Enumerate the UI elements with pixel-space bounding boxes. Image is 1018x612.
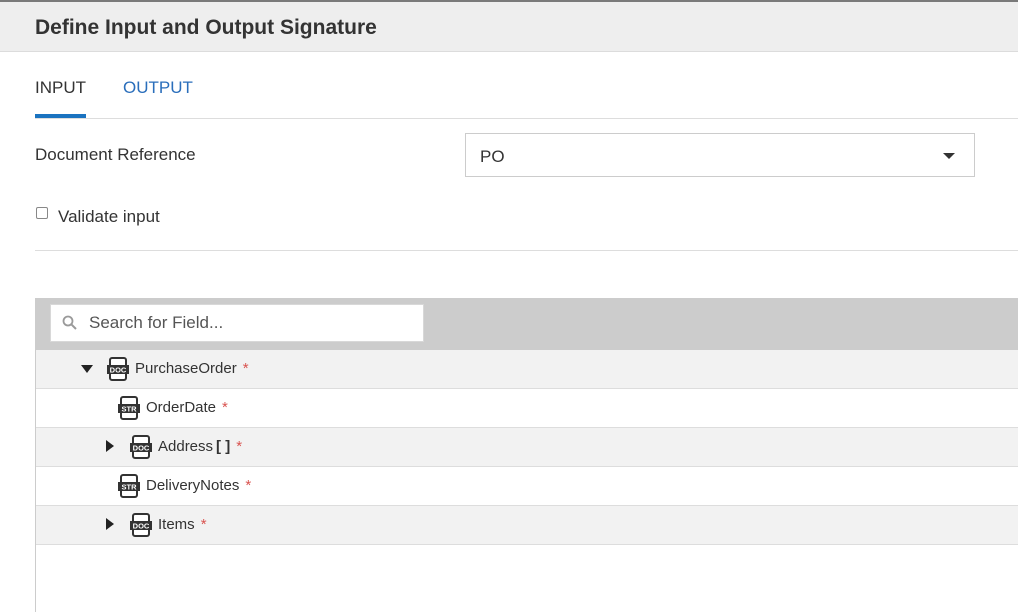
string-type-icon: STR bbox=[118, 396, 140, 420]
signature-dialog: Define Input and Output Signature INPUT … bbox=[0, 0, 1018, 612]
tab-input[interactable]: INPUT bbox=[35, 78, 86, 118]
tree-row[interactable]: STR OrderDate * bbox=[36, 389, 1018, 428]
document-reference-select[interactable]: PO bbox=[465, 133, 975, 177]
tree-row[interactable]: DOC Items * bbox=[36, 506, 1018, 545]
tree-node-label: Items * bbox=[158, 516, 207, 533]
validate-input-checkbox[interactable] bbox=[36, 207, 48, 219]
document-reference-value: PO bbox=[480, 147, 505, 166]
svg-text:STR: STR bbox=[122, 405, 138, 414]
node-name: Address bbox=[158, 438, 214, 455]
svg-text:DOC: DOC bbox=[110, 366, 127, 375]
document-type-icon: DOC bbox=[130, 435, 152, 459]
document-reference-label: Document Reference bbox=[35, 145, 196, 164]
expand-arrow-icon[interactable] bbox=[106, 518, 114, 530]
tree-node-label: PurchaseOrder * bbox=[135, 360, 249, 377]
dialog-header: Define Input and Output Signature bbox=[0, 0, 1018, 52]
node-name: DeliveryNotes bbox=[146, 477, 240, 494]
search-box bbox=[50, 304, 424, 342]
search-icon bbox=[62, 315, 77, 330]
tree-row[interactable]: STR DeliveryNotes * bbox=[36, 467, 1018, 506]
required-marker: * bbox=[242, 360, 249, 377]
expand-arrow-icon[interactable] bbox=[106, 440, 114, 452]
tree-node-label: Address[ ] * bbox=[158, 438, 242, 455]
expand-arrow-icon[interactable] bbox=[81, 365, 93, 373]
caret-down-icon bbox=[943, 153, 955, 159]
document-type-icon: DOC bbox=[107, 357, 129, 381]
search-input[interactable] bbox=[89, 305, 409, 341]
search-toolbar bbox=[36, 298, 1018, 350]
required-marker: * bbox=[236, 438, 243, 455]
node-name: Items bbox=[158, 516, 195, 533]
tree-row[interactable]: DOC PurchaseOrder * bbox=[36, 350, 1018, 389]
node-name: OrderDate bbox=[146, 399, 217, 416]
page-title: Define Input and Output Signature bbox=[35, 16, 377, 39]
svg-text:DOC: DOC bbox=[133, 522, 150, 531]
section-divider bbox=[35, 250, 1018, 251]
node-name: PurchaseOrder bbox=[135, 360, 237, 377]
tab-output[interactable]: OUTPUT bbox=[123, 78, 193, 112]
tree-node-label: OrderDate * bbox=[146, 399, 228, 416]
field-tree-panel: DOC PurchaseOrder * STR OrderDate * DOC Ad… bbox=[35, 298, 1018, 612]
required-marker: * bbox=[245, 477, 252, 494]
validate-input-label: Validate input bbox=[58, 207, 160, 226]
tree-node-label: DeliveryNotes * bbox=[146, 477, 251, 494]
document-type-icon: DOC bbox=[130, 513, 152, 537]
string-type-icon: STR bbox=[118, 474, 140, 498]
required-marker: * bbox=[222, 399, 228, 416]
array-marker: [ ] bbox=[216, 438, 231, 455]
required-marker: * bbox=[200, 516, 207, 533]
svg-text:STR: STR bbox=[122, 483, 138, 492]
tree-row[interactable]: DOC Address[ ] * bbox=[36, 428, 1018, 467]
tab-bar: INPUT OUTPUT bbox=[35, 52, 1018, 119]
svg-text:DOC: DOC bbox=[133, 444, 150, 453]
